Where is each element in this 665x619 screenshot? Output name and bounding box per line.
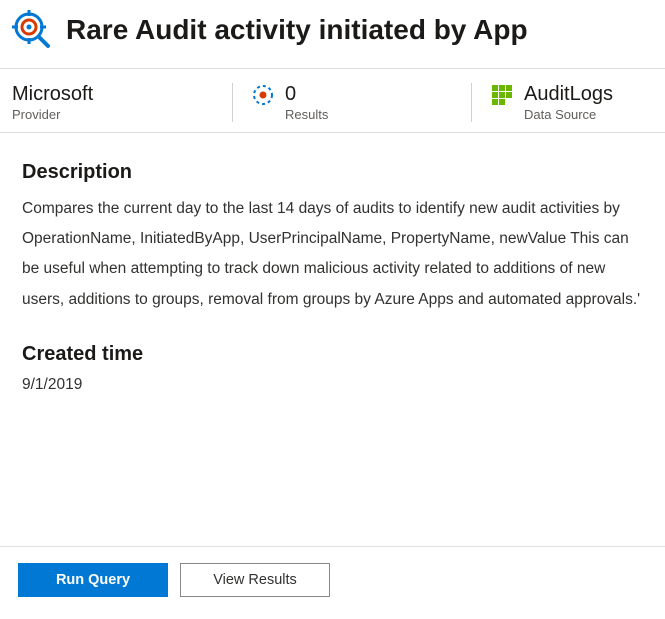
divider-vertical — [471, 83, 472, 122]
page-title: Rare Audit activity initiated by App — [66, 14, 528, 46]
description-heading: Description — [22, 161, 643, 184]
meta-provider-label: Provider — [12, 107, 208, 122]
footer-actions: Run Query View Results — [0, 546, 665, 619]
meta-datasource-label: Data Source — [524, 107, 613, 122]
grid-icon — [490, 83, 514, 107]
content-scroll-region[interactable]: Description Compares the current day to … — [0, 132, 665, 492]
meta-provider-value: Microsoft — [12, 83, 208, 105]
meta-results: 0 Results — [251, 83, 471, 122]
meta-results-value: 0 — [285, 83, 328, 105]
description-body: Compares the current day to the last 14 … — [22, 194, 643, 315]
meta-row: Microsoft Provider 0 Results — [0, 69, 665, 132]
target-search-icon — [12, 10, 52, 50]
meta-provider: Microsoft Provider — [12, 83, 232, 122]
created-time-heading: Created time — [22, 343, 643, 366]
meta-datasource: AuditLogs Data Source — [490, 83, 653, 122]
view-results-button[interactable]: View Results — [180, 563, 330, 597]
page-header: Rare Audit activity initiated by App — [0, 0, 665, 68]
activity-icon — [251, 83, 275, 107]
meta-results-label: Results — [285, 107, 328, 122]
meta-datasource-value: AuditLogs — [524, 83, 613, 105]
run-query-button[interactable]: Run Query — [18, 563, 168, 597]
created-time-value: 9/1/2019 — [22, 376, 643, 394]
divider-vertical — [232, 83, 233, 122]
